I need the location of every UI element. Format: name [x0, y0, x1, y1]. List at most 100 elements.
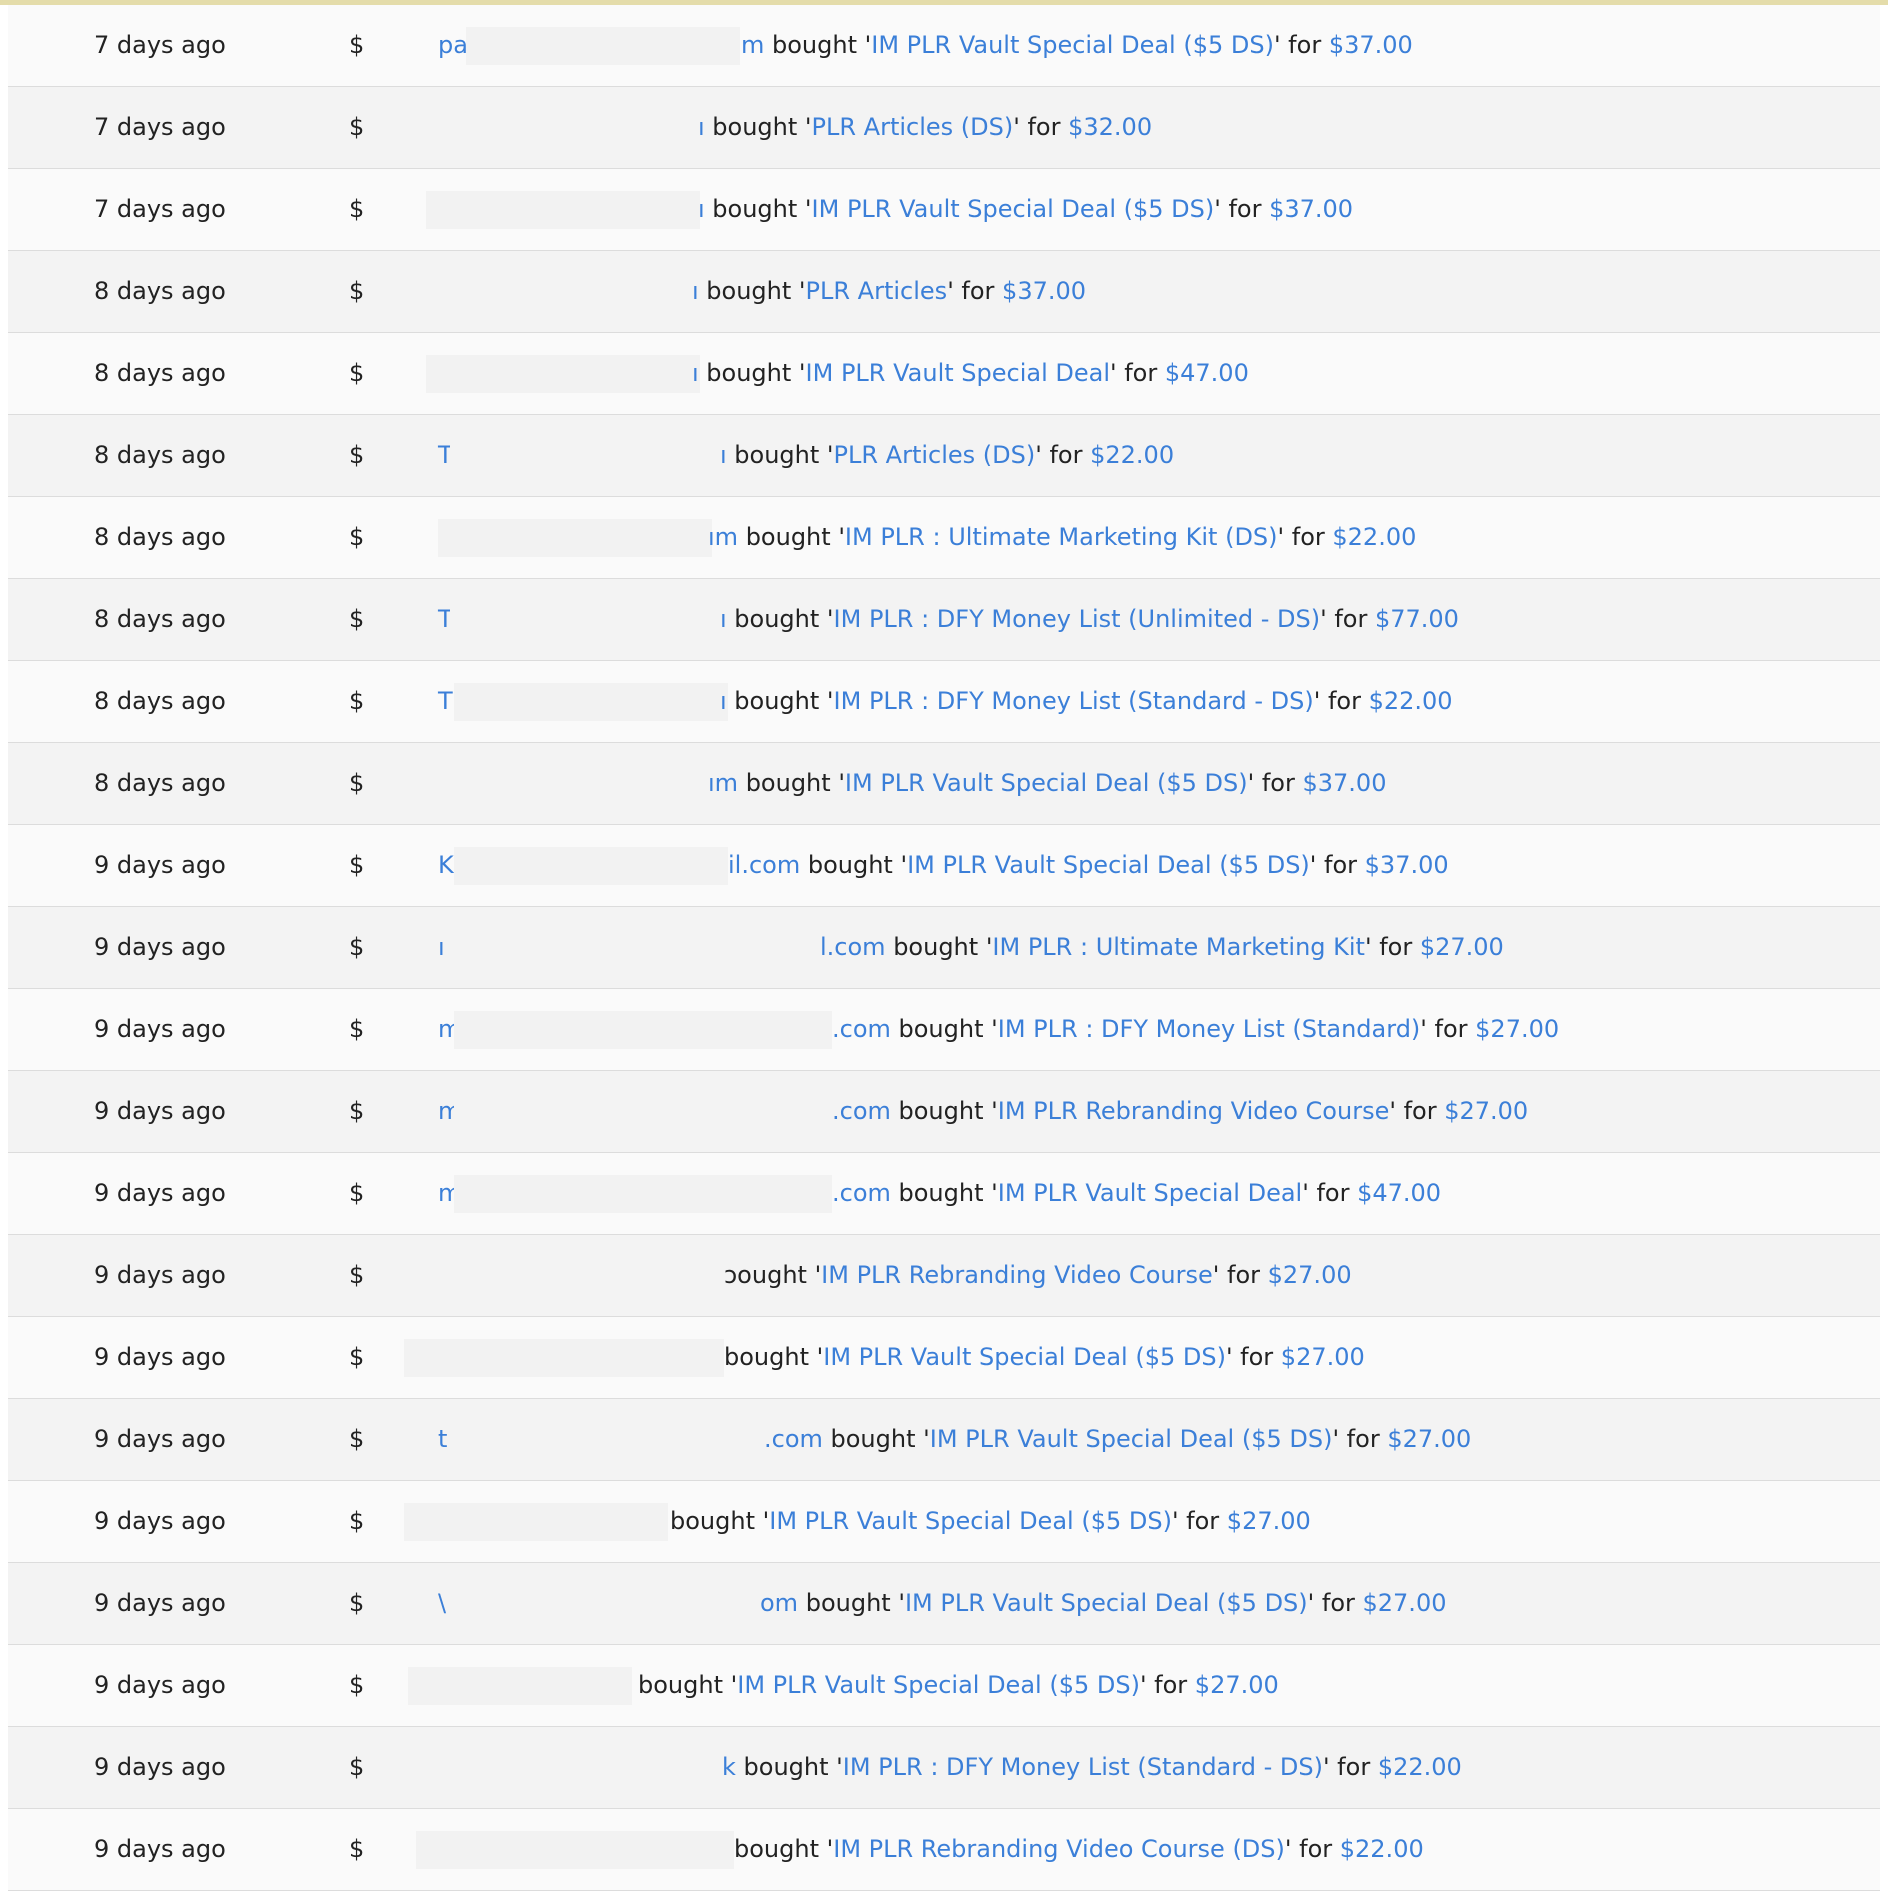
product-link[interactable]: PLR Articles [806, 277, 948, 305]
dollar-icon: $ [349, 1753, 365, 1781]
quote-open: ' [804, 195, 812, 223]
price-link[interactable]: $27.00 [1475, 1015, 1559, 1043]
product-link[interactable]: IM PLR : DFY Money List (Unlimited - DS) [834, 605, 1321, 633]
quote-close-for: ' for [1332, 1425, 1388, 1453]
product-link[interactable]: IM PLR : Ultimate Marketing Kit [992, 933, 1365, 961]
product-link[interactable]: IM PLR : DFY Money List (Standard - DS) [843, 1753, 1323, 1781]
price-link[interactable]: $27.00 [1387, 1425, 1471, 1453]
buyer-email-end[interactable]: .com [832, 1179, 899, 1207]
dollar-icon: $ [349, 359, 365, 387]
sale-time: 8 days ago [94, 441, 226, 469]
quote-close-for: ' for [947, 277, 1003, 305]
purchase-description: bought 'IM PLR Vault Special Deal ($5 DS… [638, 1645, 1279, 1726]
quote-close-for: ' for [1307, 1589, 1363, 1617]
buyer-email-end[interactable]: ı [720, 605, 734, 633]
product-link[interactable]: IM PLR Rebranding Video Course [998, 1097, 1390, 1125]
quote-close-for: ' for [1313, 687, 1369, 715]
price-link[interactable]: $22.00 [1369, 687, 1453, 715]
product-link[interactable]: PLR Articles (DS) [834, 441, 1036, 469]
redacted-buyer-email [404, 1503, 668, 1541]
sale-row: 8 days ago $ T ı bought 'IM PLR : DFY Mo… [8, 579, 1880, 661]
product-link[interactable]: IM PLR Vault Special Deal ($5 DS) [930, 1425, 1333, 1453]
price-link[interactable]: $22.00 [1332, 523, 1416, 551]
bought-text: bought [745, 769, 839, 797]
buyer-email-end[interactable]: ı [698, 195, 712, 223]
product-link[interactable]: IM PLR Vault Special Deal ($5 DS) [907, 851, 1310, 879]
product-link[interactable]: IM PLR Rebranding Video Course (DS) [833, 1835, 1285, 1863]
buyer-email-end[interactable]: .com [832, 1015, 899, 1043]
buyer-email-start[interactable]: T [438, 661, 453, 742]
price-link[interactable]: $27.00 [1268, 1261, 1352, 1289]
sale-time: 9 days ago [94, 1097, 226, 1125]
sale-row: 9 days ago $ bought 'IM PLR Vault Specia… [8, 1645, 1880, 1727]
product-link[interactable]: IM PLR : DFY Money List (Standard - DS) [834, 687, 1314, 715]
price-link[interactable]: $37.00 [1329, 31, 1413, 59]
price-link[interactable]: $27.00 [1281, 1343, 1365, 1371]
buyer-email-start[interactable]: K [438, 825, 454, 906]
buyer-email-end[interactable]: ı [698, 113, 712, 141]
price-link[interactable]: $27.00 [1227, 1507, 1311, 1535]
product-link[interactable]: IM PLR : DFY Money List (Standard) [998, 1015, 1421, 1043]
price-link[interactable]: $22.00 [1378, 1753, 1462, 1781]
buyer-email-end[interactable]: om [760, 1589, 806, 1617]
quote-open: ' [838, 769, 845, 797]
buyer-email-end[interactable]: ım [708, 769, 746, 797]
sale-time: 9 days ago [94, 851, 226, 879]
product-link[interactable]: IM PLR Vault Special Deal ($5 DS) [769, 1507, 1172, 1535]
buyer-email-start[interactable]: pa [438, 5, 468, 86]
buyer-email-start[interactable]: \ [438, 1563, 446, 1644]
product-link[interactable]: IM PLR Vault Special Deal [806, 359, 1110, 387]
buyer-email-end[interactable]: il.com [728, 851, 808, 879]
quote-close-for: ' for [1214, 195, 1270, 223]
product-link[interactable]: IM PLR Vault Special Deal ($5 DS) [737, 1671, 1140, 1699]
quote-close-for: ' for [1389, 1097, 1445, 1125]
sale-time: 9 days ago [94, 1343, 226, 1371]
buyer-email-end[interactable]: ım [708, 523, 746, 551]
price-link[interactable]: $27.00 [1195, 1671, 1279, 1699]
product-link[interactable]: IM PLR Vault Special Deal ($5 DS) [812, 195, 1215, 223]
dollar-icon: $ [349, 1671, 365, 1699]
sale-row: 9 days ago $ m .com bought 'IM PLR Rebra… [8, 1071, 1880, 1153]
product-link[interactable]: IM PLR Vault Special Deal ($5 DS) [823, 1343, 1226, 1371]
dollar-icon: $ [349, 1097, 365, 1125]
price-link[interactable]: $77.00 [1375, 605, 1459, 633]
price-link[interactable]: $37.00 [1269, 195, 1353, 223]
buyer-email-end[interactable]: m [741, 31, 772, 59]
product-link[interactable]: IM PLR Rebranding Video Course [821, 1261, 1213, 1289]
price-link[interactable]: $27.00 [1420, 933, 1504, 961]
quote-close-for: ' for [1225, 1343, 1281, 1371]
product-link[interactable]: IM PLR Vault Special Deal ($5 DS) [845, 769, 1248, 797]
product-link[interactable]: IM PLR Vault Special Deal ($5 DS) [871, 31, 1274, 59]
buyer-email-end[interactable]: ı [720, 441, 734, 469]
price-link[interactable]: $47.00 [1357, 1179, 1441, 1207]
sale-row: 7 days ago $ ı bought 'PLR Articles (DS)… [8, 87, 1880, 169]
buyer-email-end[interactable]: k [722, 1753, 744, 1781]
price-link[interactable]: $27.00 [1363, 1589, 1447, 1617]
price-link[interactable]: $37.00 [1365, 851, 1449, 879]
buyer-email-end[interactable]: .com [832, 1097, 899, 1125]
product-link[interactable]: PLR Articles (DS) [812, 113, 1014, 141]
price-link[interactable]: $22.00 [1340, 1835, 1424, 1863]
redacted-buyer-email [416, 1831, 734, 1869]
quote-close-for: ' for [1420, 1015, 1476, 1043]
dollar-icon: $ [349, 687, 365, 715]
price-link[interactable]: $22.00 [1090, 441, 1174, 469]
bought-text: bought [772, 31, 865, 59]
price-link[interactable]: $27.00 [1444, 1097, 1528, 1125]
quote-open: ' [923, 1425, 930, 1453]
sale-row: 9 days ago $ bought 'IM PLR Vault Specia… [8, 1481, 1880, 1563]
product-link[interactable]: IM PLR Vault Special Deal [998, 1179, 1302, 1207]
buyer-email-end[interactable]: ı [720, 687, 734, 715]
price-link[interactable]: $47.00 [1165, 359, 1249, 387]
buyer-email-end[interactable]: .com [764, 1425, 831, 1453]
product-link[interactable]: IM PLR Vault Special Deal ($5 DS) [905, 1589, 1308, 1617]
price-link[interactable]: $37.00 [1302, 769, 1386, 797]
buyer-email-start[interactable]: t [438, 1399, 447, 1480]
price-link[interactable]: $32.00 [1068, 113, 1152, 141]
price-link[interactable]: $37.00 [1002, 277, 1086, 305]
buyer-email-end[interactable]: ı [692, 359, 706, 387]
buyer-email-end[interactable]: l.com [820, 933, 893, 961]
buyer-email-end[interactable]: ı [692, 277, 706, 305]
dollar-icon: $ [349, 277, 365, 305]
product-link[interactable]: IM PLR : Ultimate Marketing Kit (DS) [845, 523, 1278, 551]
